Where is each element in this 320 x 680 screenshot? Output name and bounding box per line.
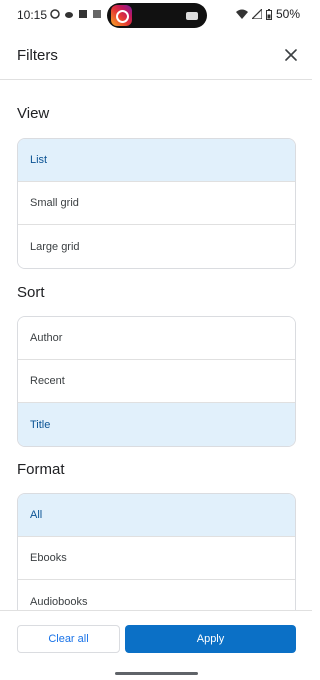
- close-button[interactable]: [278, 42, 304, 68]
- view-option-large-grid[interactable]: Large grid: [18, 225, 295, 268]
- option-label: Ebooks: [30, 552, 67, 564]
- format-options: All Ebooks Audiobooks: [17, 493, 296, 623]
- sort-option-author[interactable]: Author: [18, 317, 295, 360]
- status-bar: 10:15 50%: [0, 0, 312, 30]
- footer-bar: Clear all Apply: [0, 610, 312, 680]
- option-label: List: [30, 154, 48, 166]
- instagram-icon[interactable]: [111, 5, 132, 26]
- pill-badge-icon: [186, 12, 198, 20]
- camera-pill: [107, 3, 207, 28]
- reddit-icon: [65, 12, 73, 18]
- sort-option-recent[interactable]: Recent: [18, 360, 295, 403]
- option-label: Audiobooks: [30, 595, 88, 608]
- status-time: 10:15: [17, 8, 48, 22]
- sort-options: Author Recent Title: [17, 316, 296, 447]
- option-label: Large grid: [30, 240, 80, 253]
- wifi-icon: [235, 9, 248, 19]
- option-label: Small grid: [30, 197, 79, 209]
- clear-all-button[interactable]: Clear all: [17, 625, 120, 653]
- app-icon: [93, 10, 101, 18]
- option-label: All: [30, 509, 43, 521]
- format-option-ebooks[interactable]: Ebooks: [18, 537, 295, 580]
- sort-section-title: Sort: [17, 284, 45, 301]
- app-icon: [79, 10, 87, 18]
- battery-icon: [265, 8, 272, 20]
- page-title: Filters: [17, 47, 58, 64]
- option-label: Recent: [30, 375, 65, 387]
- view-option-list[interactable]: List: [18, 139, 295, 182]
- home-indicator[interactable]: [115, 672, 198, 675]
- notification-icon: [50, 9, 60, 19]
- notification-icons: [50, 9, 102, 19]
- signal-icon: [251, 9, 262, 19]
- view-section-title: View: [17, 105, 50, 122]
- format-section-title: Format: [17, 461, 65, 478]
- system-icons: 50%: [235, 7, 300, 21]
- apply-button[interactable]: Apply: [125, 625, 296, 653]
- format-option-all[interactable]: All: [18, 494, 295, 537]
- view-option-small-grid[interactable]: Small grid: [18, 182, 295, 225]
- sort-option-title[interactable]: Title: [18, 403, 295, 446]
- close-icon: [285, 49, 297, 61]
- option-label: Title: [30, 418, 51, 431]
- header: Filters: [0, 30, 312, 80]
- battery-level: 50%: [275, 7, 300, 21]
- option-label: Author: [30, 332, 63, 344]
- view-options: List Small grid Large grid: [17, 138, 296, 269]
